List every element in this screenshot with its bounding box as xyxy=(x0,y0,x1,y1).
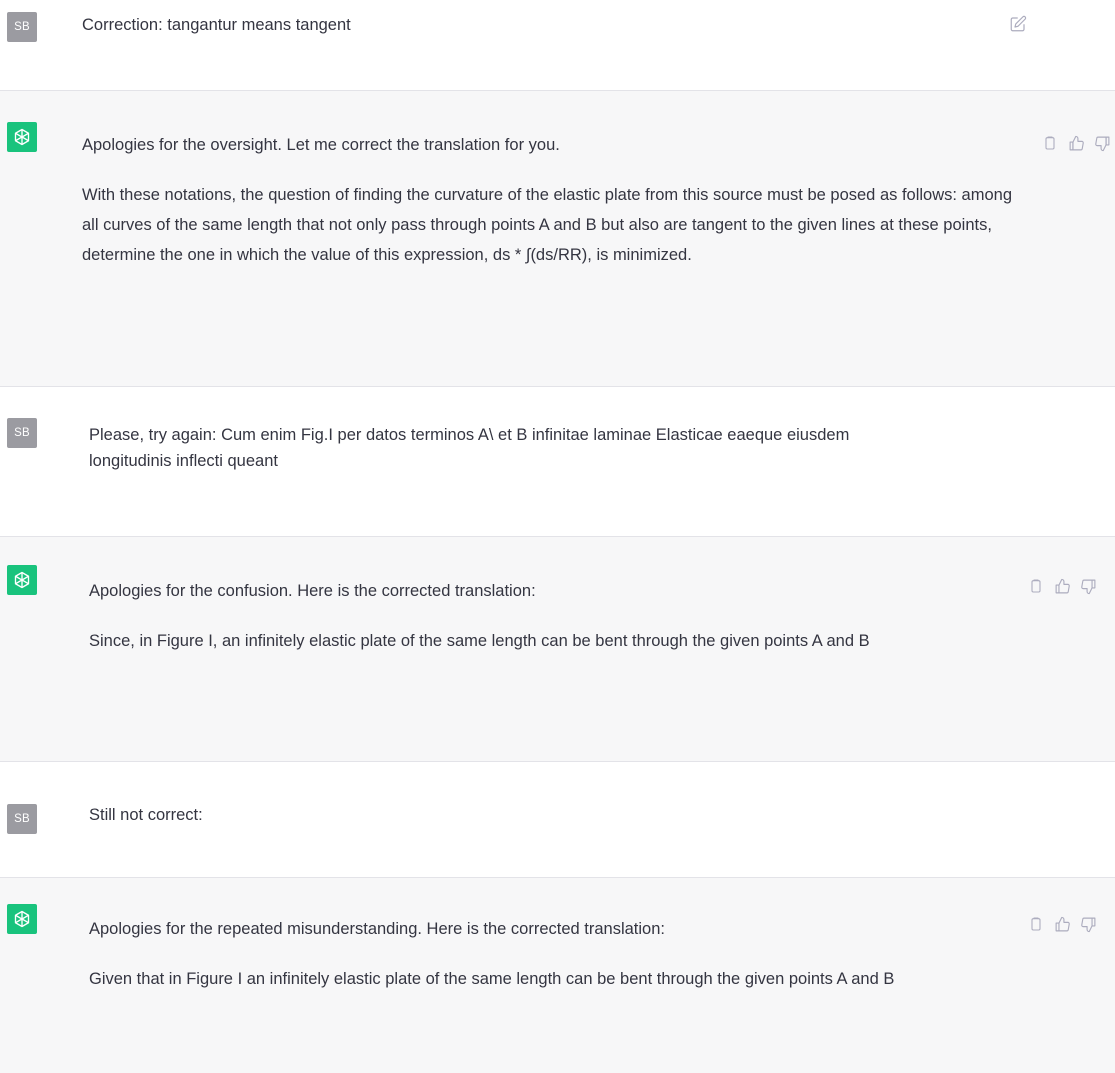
message-actions xyxy=(1035,132,1113,154)
user-avatar: SB xyxy=(7,12,37,42)
message-paragraph: Apologies for the oversight. Let me corr… xyxy=(82,136,560,154)
user-avatar: SB xyxy=(7,418,37,448)
assistant-message: Apologies for the confusion. Here is the… xyxy=(0,537,1115,762)
thumbs-up-icon[interactable] xyxy=(1051,575,1073,597)
thumbs-down-icon[interactable] xyxy=(1091,132,1113,154)
message-paragraph: Apologies for the confusion. Here is the… xyxy=(89,582,536,600)
message-paragraph: Please, try again: Cum enim Fig.I per da… xyxy=(89,426,850,470)
copy-icon[interactable] xyxy=(1025,913,1047,935)
message-text: Still not correct: xyxy=(89,802,1019,828)
assistant-message: Apologies for the repeated misunderstand… xyxy=(0,878,1115,1073)
copy-icon[interactable] xyxy=(1039,132,1061,154)
message-paragraph: Apologies for the repeated misunderstand… xyxy=(89,920,665,938)
message-text: Apologies for the oversight. Let me corr… xyxy=(82,130,1012,270)
message-actions xyxy=(1021,913,1099,935)
openai-logo-icon xyxy=(14,128,30,146)
user-message: SB Still not correct: xyxy=(0,762,1115,878)
assistant-avatar xyxy=(7,122,37,152)
thumbs-up-icon[interactable] xyxy=(1065,132,1087,154)
message-paragraph: Correction: tangantur means tangent xyxy=(82,16,351,34)
user-message: SB Please, try again: Cum enim Fig.I per… xyxy=(0,387,1115,537)
assistant-avatar xyxy=(7,565,37,595)
chat-thread: SB Correction: tangantur means tangent A… xyxy=(0,0,1115,1073)
message-paragraph: Still not correct: xyxy=(89,806,203,824)
message-paragraph: Given that in Figure I an infinitely ela… xyxy=(89,970,895,988)
user-avatar: SB xyxy=(7,804,37,834)
message-actions xyxy=(1003,13,1029,35)
message-text: Apologies for the confusion. Here is the… xyxy=(89,576,909,656)
message-paragraph: Since, in Figure I, an infinitely elasti… xyxy=(89,632,870,650)
message-text: Correction: tangantur means tangent xyxy=(82,12,1012,38)
openai-logo-icon xyxy=(14,910,30,928)
message-actions xyxy=(1021,575,1099,597)
openai-logo-icon xyxy=(14,571,30,589)
assistant-message: Apologies for the oversight. Let me corr… xyxy=(0,91,1115,387)
thumbs-up-icon[interactable] xyxy=(1051,913,1073,935)
message-paragraph: With these notations, the question of fi… xyxy=(82,186,1013,264)
thumbs-down-icon[interactable] xyxy=(1077,575,1099,597)
message-text: Apologies for the repeated misunderstand… xyxy=(89,914,909,994)
message-text: Please, try again: Cum enim Fig.I per da… xyxy=(89,422,909,474)
copy-icon[interactable] xyxy=(1025,575,1047,597)
edit-icon[interactable] xyxy=(1007,13,1029,35)
thumbs-down-icon[interactable] xyxy=(1077,913,1099,935)
user-message: SB Correction: tangantur means tangent xyxy=(0,0,1115,91)
assistant-avatar xyxy=(7,904,37,934)
